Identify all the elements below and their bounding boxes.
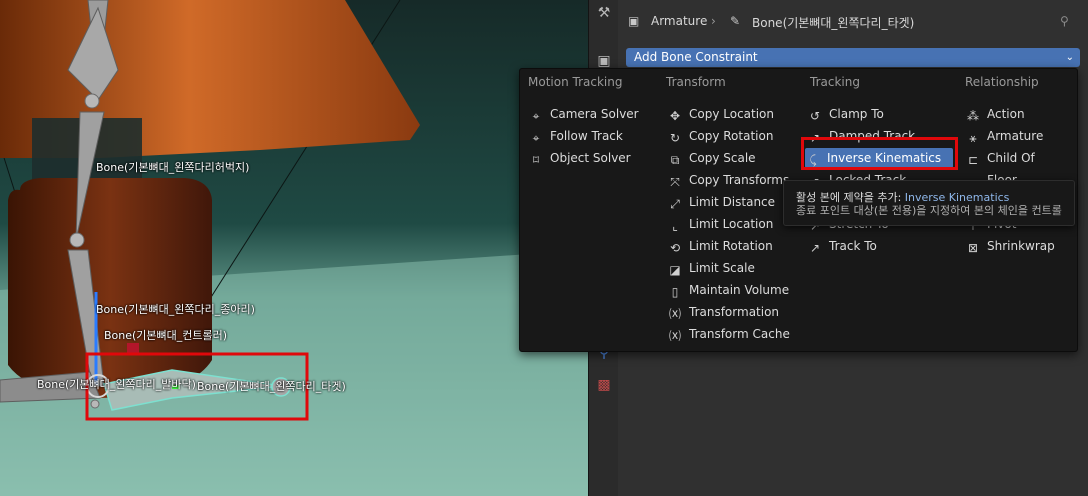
menu-item-camera-solver[interactable]: ⌖ Camera Solver <box>528 104 668 124</box>
pin-icon[interactable]: ⚲ <box>1060 14 1069 28</box>
menu-heading-tracking: Tracking <box>810 75 860 89</box>
3d-viewport[interactable]: Bone(기본뼈대_왼쪽다리허벅지) Bone(기본뼈대_왼쪽다리_종아리) B… <box>0 0 588 496</box>
shrinkwrap-icon: ⊠ <box>967 241 979 255</box>
menu-item-action[interactable]: ⁂ Action <box>965 104 1088 124</box>
breadcrumb-bone[interactable]: Bone(기본뼈대_왼쪽다리_타겟) <box>752 14 914 31</box>
bone-label-foot: Bone(기본뼈대_왼쪽다리_발바닥) <box>37 378 196 391</box>
menu-item-child-of[interactable]: ⊏ Child Of <box>965 148 1088 168</box>
copy-location-icon: ✥ <box>669 109 681 123</box>
copy-scale-icon: ⧉ <box>670 153 680 167</box>
bone-label-target: Bone(기본뼈대_왼쪽다리_타겟) <box>197 380 346 393</box>
menu-item-copy-scale[interactable]: ⧉ Copy Scale <box>667 148 807 168</box>
menu-item-copy-rotation[interactable]: ↻ Copy Rotation <box>667 126 807 146</box>
transformation-icon: ⒳ <box>668 307 681 321</box>
menu-heading-relationship: Relationship <box>965 75 1039 89</box>
viewport-scene <box>0 0 588 496</box>
copy-rotation-icon: ↻ <box>669 131 681 145</box>
limit-scale-icon: ◪ <box>669 263 681 277</box>
tool-tab-icon[interactable]: ⚒ <box>589 0 619 26</box>
track-to-icon: ↗ <box>809 241 821 255</box>
bone-icon: ✎ <box>730 14 741 28</box>
menu-item-limit-rotation[interactable]: ⟲ Limit Rotation <box>667 236 807 256</box>
properties-header: ▣ Armature › ✎ Bone(기본뼈대_왼쪽다리_타겟) ⚲ <box>618 0 1088 44</box>
texture-tab-icon[interactable]: ▩ <box>589 372 619 398</box>
armature-icon: ⚹ <box>969 131 977 145</box>
menu-item-clamp-to[interactable]: ↺ Clamp To <box>807 104 947 124</box>
highlight-box <box>801 137 958 170</box>
transform-cache-icon: ⒳ <box>668 329 681 343</box>
joint <box>84 93 100 109</box>
limit-rotation-icon: ⟲ <box>669 241 681 255</box>
add-bone-constraint-dropdown[interactable]: Add Bone Constraint ⌄ <box>626 48 1080 67</box>
menu-item-armature[interactable]: ⚹ Armature <box>965 126 1088 146</box>
menu-heading-transform: Transform <box>666 75 726 89</box>
child-of-icon: ⊏ <box>967 153 979 167</box>
menu-item-shrinkwrap[interactable]: ⊠ Shrinkwrap <box>965 236 1088 256</box>
menu-item-track-to[interactable]: ↗ Track To <box>807 236 947 256</box>
breadcrumb-separator: › <box>711 14 716 28</box>
menu-item-copy-location[interactable]: ✥ Copy Location <box>667 104 807 124</box>
tooltip-description: 종료 포인트 대상(본 전용)을 지정하여 본의 체인을 컨트롤 <box>796 204 1062 217</box>
bone-label-thigh: Bone(기본뼈대_왼쪽다리허벅지) <box>96 161 250 174</box>
maintain-volume-icon: ▯ <box>671 285 679 299</box>
joint <box>69 232 85 248</box>
limit-distance-icon: ⤢ <box>670 197 680 211</box>
limit-location-icon: ⌞ <box>672 219 678 233</box>
joint <box>90 399 100 409</box>
camera-solver-icon: ⌖ <box>532 109 540 123</box>
menu-item-follow-track[interactable]: ⌖ Follow Track <box>528 126 668 146</box>
menu-item-transformation[interactable]: ⒳ Transformation <box>667 302 807 322</box>
clamp-to-icon: ↺ <box>809 109 821 123</box>
lamp-base <box>8 178 212 398</box>
tooltip: 활성 본에 제약을 추가: Inverse Kinematics 종료 포인트 … <box>783 180 1075 226</box>
armature-data-icon: ▣ <box>628 14 640 28</box>
bone-label-calf: Bone(기본뼈대_왼쪽다리_종아리) <box>96 303 255 316</box>
follow-track-icon: ⌖ <box>532 131 540 145</box>
object-solver-icon: ⌑ <box>532 153 540 167</box>
chevron-down-icon: ⌄ <box>1065 52 1074 63</box>
menu-heading-motion-tracking: Motion Tracking <box>528 75 623 89</box>
action-icon: ⁂ <box>967 109 979 123</box>
menu-item-maintain-volume[interactable]: ▯ Maintain Volume <box>667 280 807 300</box>
add-bone-constraint-label: Add Bone Constraint <box>634 50 758 64</box>
menu-item-transform-cache[interactable]: ⒳ Transform Cache <box>667 324 807 344</box>
bone-label-controller: Bone(기본뼈대_컨트롤러) <box>104 329 228 342</box>
copy-transforms-icon: ⤧ <box>670 175 680 189</box>
breadcrumb-object[interactable]: Armature <box>651 14 707 28</box>
menu-item-object-solver[interactable]: ⌑ Object Solver <box>528 148 668 168</box>
menu-item-limit-scale[interactable]: ◪ Limit Scale <box>667 258 807 278</box>
